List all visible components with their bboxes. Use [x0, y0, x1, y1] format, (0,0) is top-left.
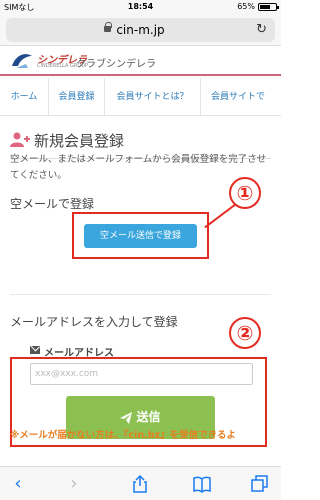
- url-text: cin-m.jp: [116, 23, 165, 37]
- envelope-icon: [30, 346, 40, 354]
- tabs-icon[interactable]: [250, 474, 270, 494]
- url-field[interactable]: cin-m.jp ↻: [6, 18, 275, 42]
- brand-name: クラブシンデレラ: [76, 59, 156, 70]
- battery-icon: [258, 3, 279, 11]
- status-bar: SIMなし 18:54 65%: [0, 0, 281, 14]
- browser-toolbar: ‹ ›: [0, 466, 281, 500]
- main-nav: ホーム 会員登録 会員サイトとは？ 会員サイトで: [0, 78, 281, 116]
- logo-icon: [12, 54, 32, 68]
- battery-percent: 65%: [237, 2, 255, 11]
- section-email-heading: メールアドレスを入力して登録: [10, 315, 178, 329]
- back-icon[interactable]: ‹: [8, 474, 28, 494]
- share-icon[interactable]: [130, 474, 150, 494]
- section-empty-mail-heading: 空メールで登録: [10, 197, 95, 211]
- forward-icon[interactable]: ›: [64, 474, 84, 494]
- empty-mail-button[interactable]: 空メール送信で登録: [84, 224, 197, 248]
- browser-address-bar: cin-m.jp ↻: [0, 14, 281, 46]
- reload-icon[interactable]: ↻: [256, 22, 267, 37]
- callout-badge-2: ②: [229, 317, 261, 349]
- callout-badge-1: ①: [229, 177, 261, 209]
- user-plus-icon: [10, 132, 30, 147]
- notice-text: ※メールが届かない方は、『cin.bz』を受信できるよ: [10, 430, 236, 441]
- site-header: シンデレラ CINDERELLA GROUP クラブシンデレラ: [0, 46, 281, 76]
- bookmarks-icon[interactable]: [192, 474, 212, 494]
- page-title: 新規会員登録: [34, 132, 125, 150]
- nav-item-home[interactable]: ホーム: [0, 78, 49, 115]
- intro-text: 空メール、またはメールフォームから会員仮登録を完了させてください。: [10, 154, 267, 181]
- nav-item-member-site[interactable]: 会員サイトで: [201, 78, 281, 115]
- nav-item-about[interactable]: 会員サイトとは？: [105, 78, 201, 115]
- section-divider: [10, 294, 271, 295]
- nav-item-register[interactable]: 会員登録: [49, 78, 105, 115]
